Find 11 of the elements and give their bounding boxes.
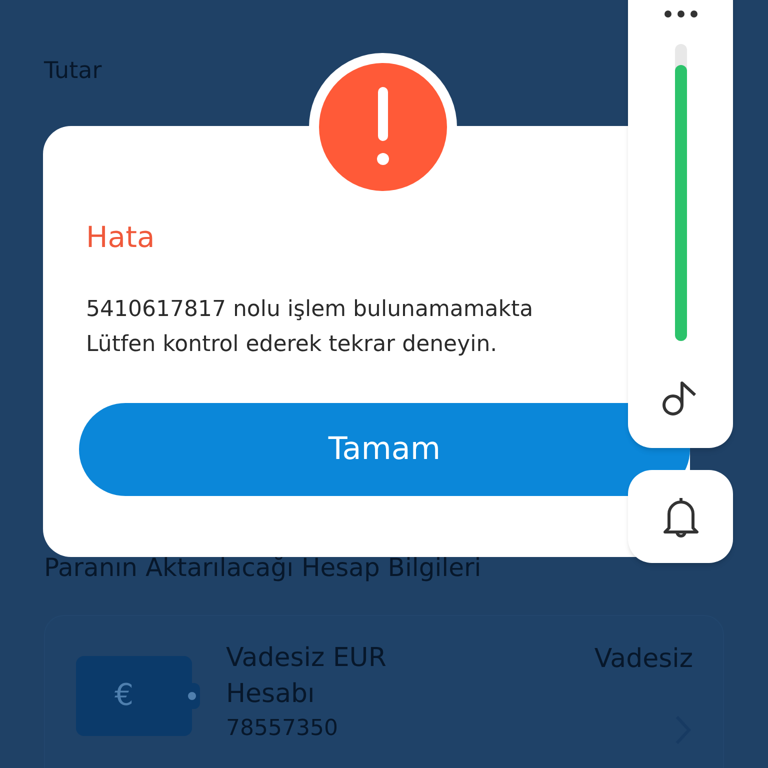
- amount-label: Tutar: [44, 57, 102, 86]
- account-type: Vadesiz: [594, 642, 693, 676]
- bell-icon[interactable]: [660, 496, 700, 538]
- dialog-title: Hata: [86, 219, 155, 256]
- account-number: 78557350: [226, 714, 339, 742]
- section-title: Paranın Aktarılacağı Hesap Bilgileri: [44, 552, 482, 582]
- account-card[interactable]: € Vadesiz EUR Hesabı 78557350 Vadesiz: [44, 614, 724, 768]
- ok-button[interactable]: Tamam: [79, 402, 690, 496]
- dialog-message: 5410617817 nolu işlem bulunamamakta Lütfen kontrol ederek tekrar deneyin.: [86, 296, 534, 358]
- more-icon[interactable]: [664, 10, 698, 18]
- account-name: Vadesiz EUR Hesabı: [226, 642, 388, 710]
